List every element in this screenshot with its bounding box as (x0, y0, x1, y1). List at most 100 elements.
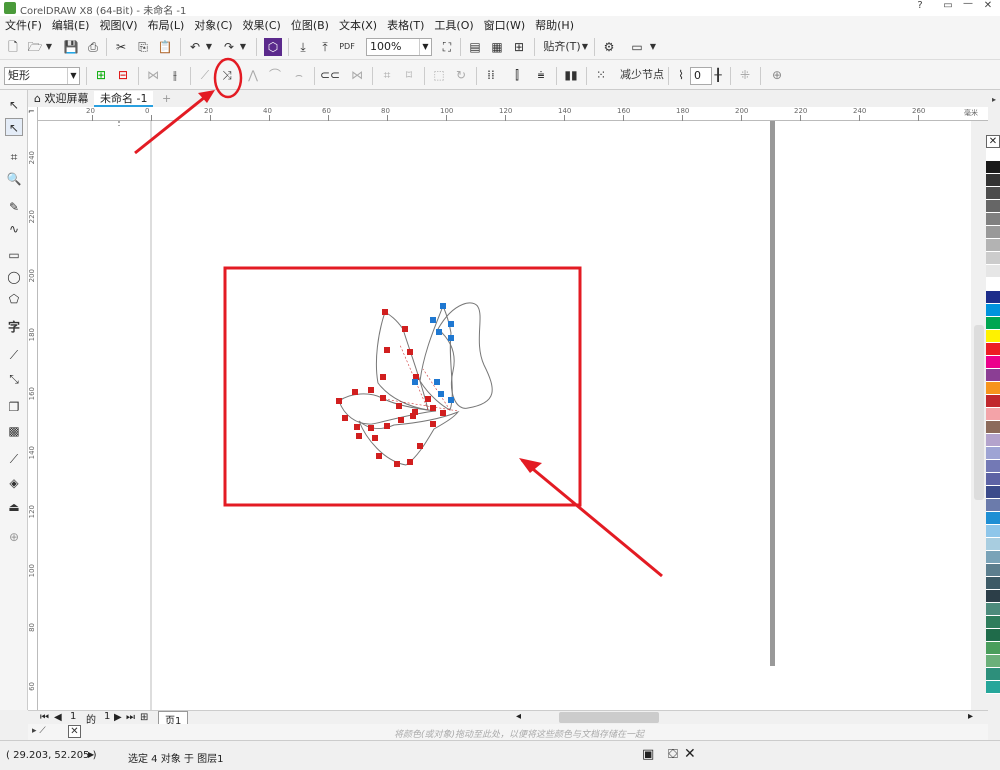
color-swatch[interactable] (986, 187, 1000, 200)
color-swatch[interactable] (986, 356, 1000, 369)
snap-to-dropdown[interactable]: 贴齐(T) (540, 38, 584, 56)
menu-bitmap[interactable]: 位图(B) (286, 16, 334, 34)
first-page-icon[interactable]: ⏮ (40, 712, 49, 723)
shape-type-select[interactable]: 矩形 ▼ (4, 67, 80, 85)
color-swatch[interactable] (986, 486, 1000, 499)
menu-text[interactable]: 文本(X) (334, 16, 382, 34)
reflect-vertical-icon[interactable]: ⩧ (532, 66, 550, 84)
reflect-horizontal-icon[interactable]: ⫿ (508, 66, 526, 84)
color-swatch[interactable] (986, 395, 1000, 408)
add-page-icon[interactable]: ⊞ (140, 712, 148, 723)
scroll-left-icon[interactable]: ◂ (516, 711, 521, 722)
connector-tool-icon[interactable]: ⤡ (5, 370, 23, 388)
freehand-tool-icon[interactable]: ✎ (5, 198, 23, 216)
import-icon[interactable]: ⤓ (294, 38, 312, 56)
eyedropper-tool-icon[interactable]: ⟋ (5, 450, 23, 468)
application-launcher-icon[interactable]: ▭ (628, 38, 646, 56)
break-curve-icon[interactable]: ⫲ (166, 66, 184, 84)
color-swatch[interactable] (986, 460, 1000, 473)
palette-expand-icon[interactable]: ▸ ⟋ (32, 726, 46, 736)
reverse-direction-icon[interactable]: ⊂⊂ (320, 66, 340, 84)
color-swatch[interactable] (986, 369, 1000, 382)
smoothness-input[interactable]: 0 (690, 67, 712, 85)
convert-to-curve-icon[interactable]: ⤨ (218, 66, 236, 84)
color-swatch[interactable] (986, 421, 1000, 434)
transparency-tool-icon[interactable]: ▩ (5, 422, 23, 440)
scroll-right-icon[interactable]: ▸ (968, 711, 973, 722)
publish-pdf-icon[interactable]: PDF (338, 38, 356, 56)
no-color-doc-swatch[interactable]: ✕ (68, 725, 81, 738)
elastic-mode-icon[interactable]: ▮▮ (562, 66, 580, 84)
add-tab-button[interactable]: + (156, 91, 177, 107)
ruler-origin[interactable]: ⌐ (28, 107, 38, 121)
outline-indicator-icon[interactable]: ✕ (684, 746, 696, 762)
color-swatch[interactable] (986, 655, 1000, 668)
tab-welcome[interactable]: ⌂ 欢迎屏幕 (28, 91, 94, 107)
new-document-icon[interactable]: 🗋 (4, 38, 22, 56)
menu-tools[interactable]: 工具(O) (429, 16, 478, 34)
color-swatch[interactable] (986, 200, 1000, 213)
wing-drawing[interactable] (336, 302, 493, 467)
color-swatch[interactable] (986, 330, 1000, 343)
add-toolbar-icon[interactable]: ⊕ (768, 66, 786, 84)
color-swatch[interactable] (986, 590, 1000, 603)
menu-effects[interactable]: 效果(C) (238, 16, 286, 34)
color-swatch[interactable] (986, 629, 1000, 642)
color-swatch[interactable] (986, 616, 1000, 629)
shape-tool-icon[interactable]: ↖ (5, 118, 23, 136)
launcher-dropdown-icon[interactable]: ▼ (648, 38, 658, 56)
show-guidelines-icon[interactable]: ⊞ (510, 38, 528, 56)
copy-icon[interactable]: ⎘ (134, 38, 152, 56)
options-gear-icon[interactable]: ⚙ (600, 38, 618, 56)
open-icon[interactable]: 🗁 (26, 38, 44, 56)
color-swatch[interactable] (986, 603, 1000, 616)
color-swatch[interactable] (986, 551, 1000, 564)
export-icon[interactable]: ⤒ (316, 38, 334, 56)
snap-dropdown-icon[interactable]: ▼ (580, 38, 590, 56)
open-dropdown-icon[interactable]: ▼ (44, 38, 54, 56)
select-all-nodes-icon[interactable]: ⁙ (592, 66, 610, 84)
prev-page-icon[interactable]: ◀ (54, 712, 62, 723)
color-swatch[interactable] (986, 447, 1000, 460)
color-swatch[interactable] (986, 343, 1000, 356)
smart-fill-icon[interactable]: ⏏ (5, 498, 23, 516)
docker-expand-icon[interactable]: ▸ (988, 95, 1000, 135)
text-tool-icon[interactable]: 字 (5, 318, 23, 336)
drawing-svg[interactable] (38, 121, 971, 711)
print-icon[interactable]: ⎙ (84, 38, 102, 56)
color-swatch[interactable] (986, 226, 1000, 239)
color-swatch[interactable] (986, 499, 1000, 512)
no-color-swatch[interactable]: ✕ (986, 135, 1000, 148)
vertical-ruler[interactable]: 240 220 200 180 160 140 120 100 80 60 (28, 121, 38, 711)
crop-tool-icon[interactable]: ⌗ (5, 148, 23, 166)
color-swatch[interactable] (986, 161, 1000, 174)
menu-layout[interactable]: 布局(L) (143, 16, 190, 34)
menu-view[interactable]: 视图(V) (94, 16, 142, 34)
horizontal-ruler[interactable]: 20 0 20 40 60 80 100 120 140 160 180 200 220 240 260 毫米 (38, 107, 988, 121)
parallel-dimension-icon[interactable]: ⟋ (5, 346, 23, 364)
delete-node-icon[interactable]: ⊟ (114, 66, 132, 84)
paste-icon[interactable]: 📋 (156, 38, 174, 56)
menu-help[interactable]: 帮助(H) (530, 16, 579, 34)
reduce-nodes-button[interactable]: 减少节点 (620, 66, 664, 84)
add-tool-icon[interactable]: ⊕ (5, 528, 23, 546)
add-node-icon[interactable]: ⊞ (92, 66, 110, 84)
menu-file[interactable]: 文件(F) (0, 16, 47, 34)
color-swatch[interactable] (986, 538, 1000, 551)
vertical-scroll-thumb[interactable] (974, 325, 984, 500)
smoothness-slider-icon[interactable]: ╂ (712, 66, 724, 84)
help-icon[interactable]: ? (908, 0, 932, 16)
color-swatch[interactable] (986, 681, 1000, 694)
tab-document[interactable]: 未命名 -1 (94, 91, 154, 107)
color-swatch[interactable] (986, 213, 1000, 226)
color-swatch[interactable] (986, 577, 1000, 590)
color-swatch[interactable] (986, 408, 1000, 421)
color-swatch[interactable] (986, 473, 1000, 486)
status-expand-icon[interactable]: ▶ (88, 750, 94, 759)
color-swatch[interactable] (986, 291, 1000, 304)
rectangle-tool-icon[interactable]: ▭ (5, 246, 23, 264)
interactive-fill-icon[interactable]: ◈ (5, 474, 23, 492)
zoom-level-select[interactable]: 100% ▼ (366, 38, 432, 56)
menu-window[interactable]: 窗口(W) (479, 16, 530, 34)
color-swatch[interactable] (986, 564, 1000, 577)
